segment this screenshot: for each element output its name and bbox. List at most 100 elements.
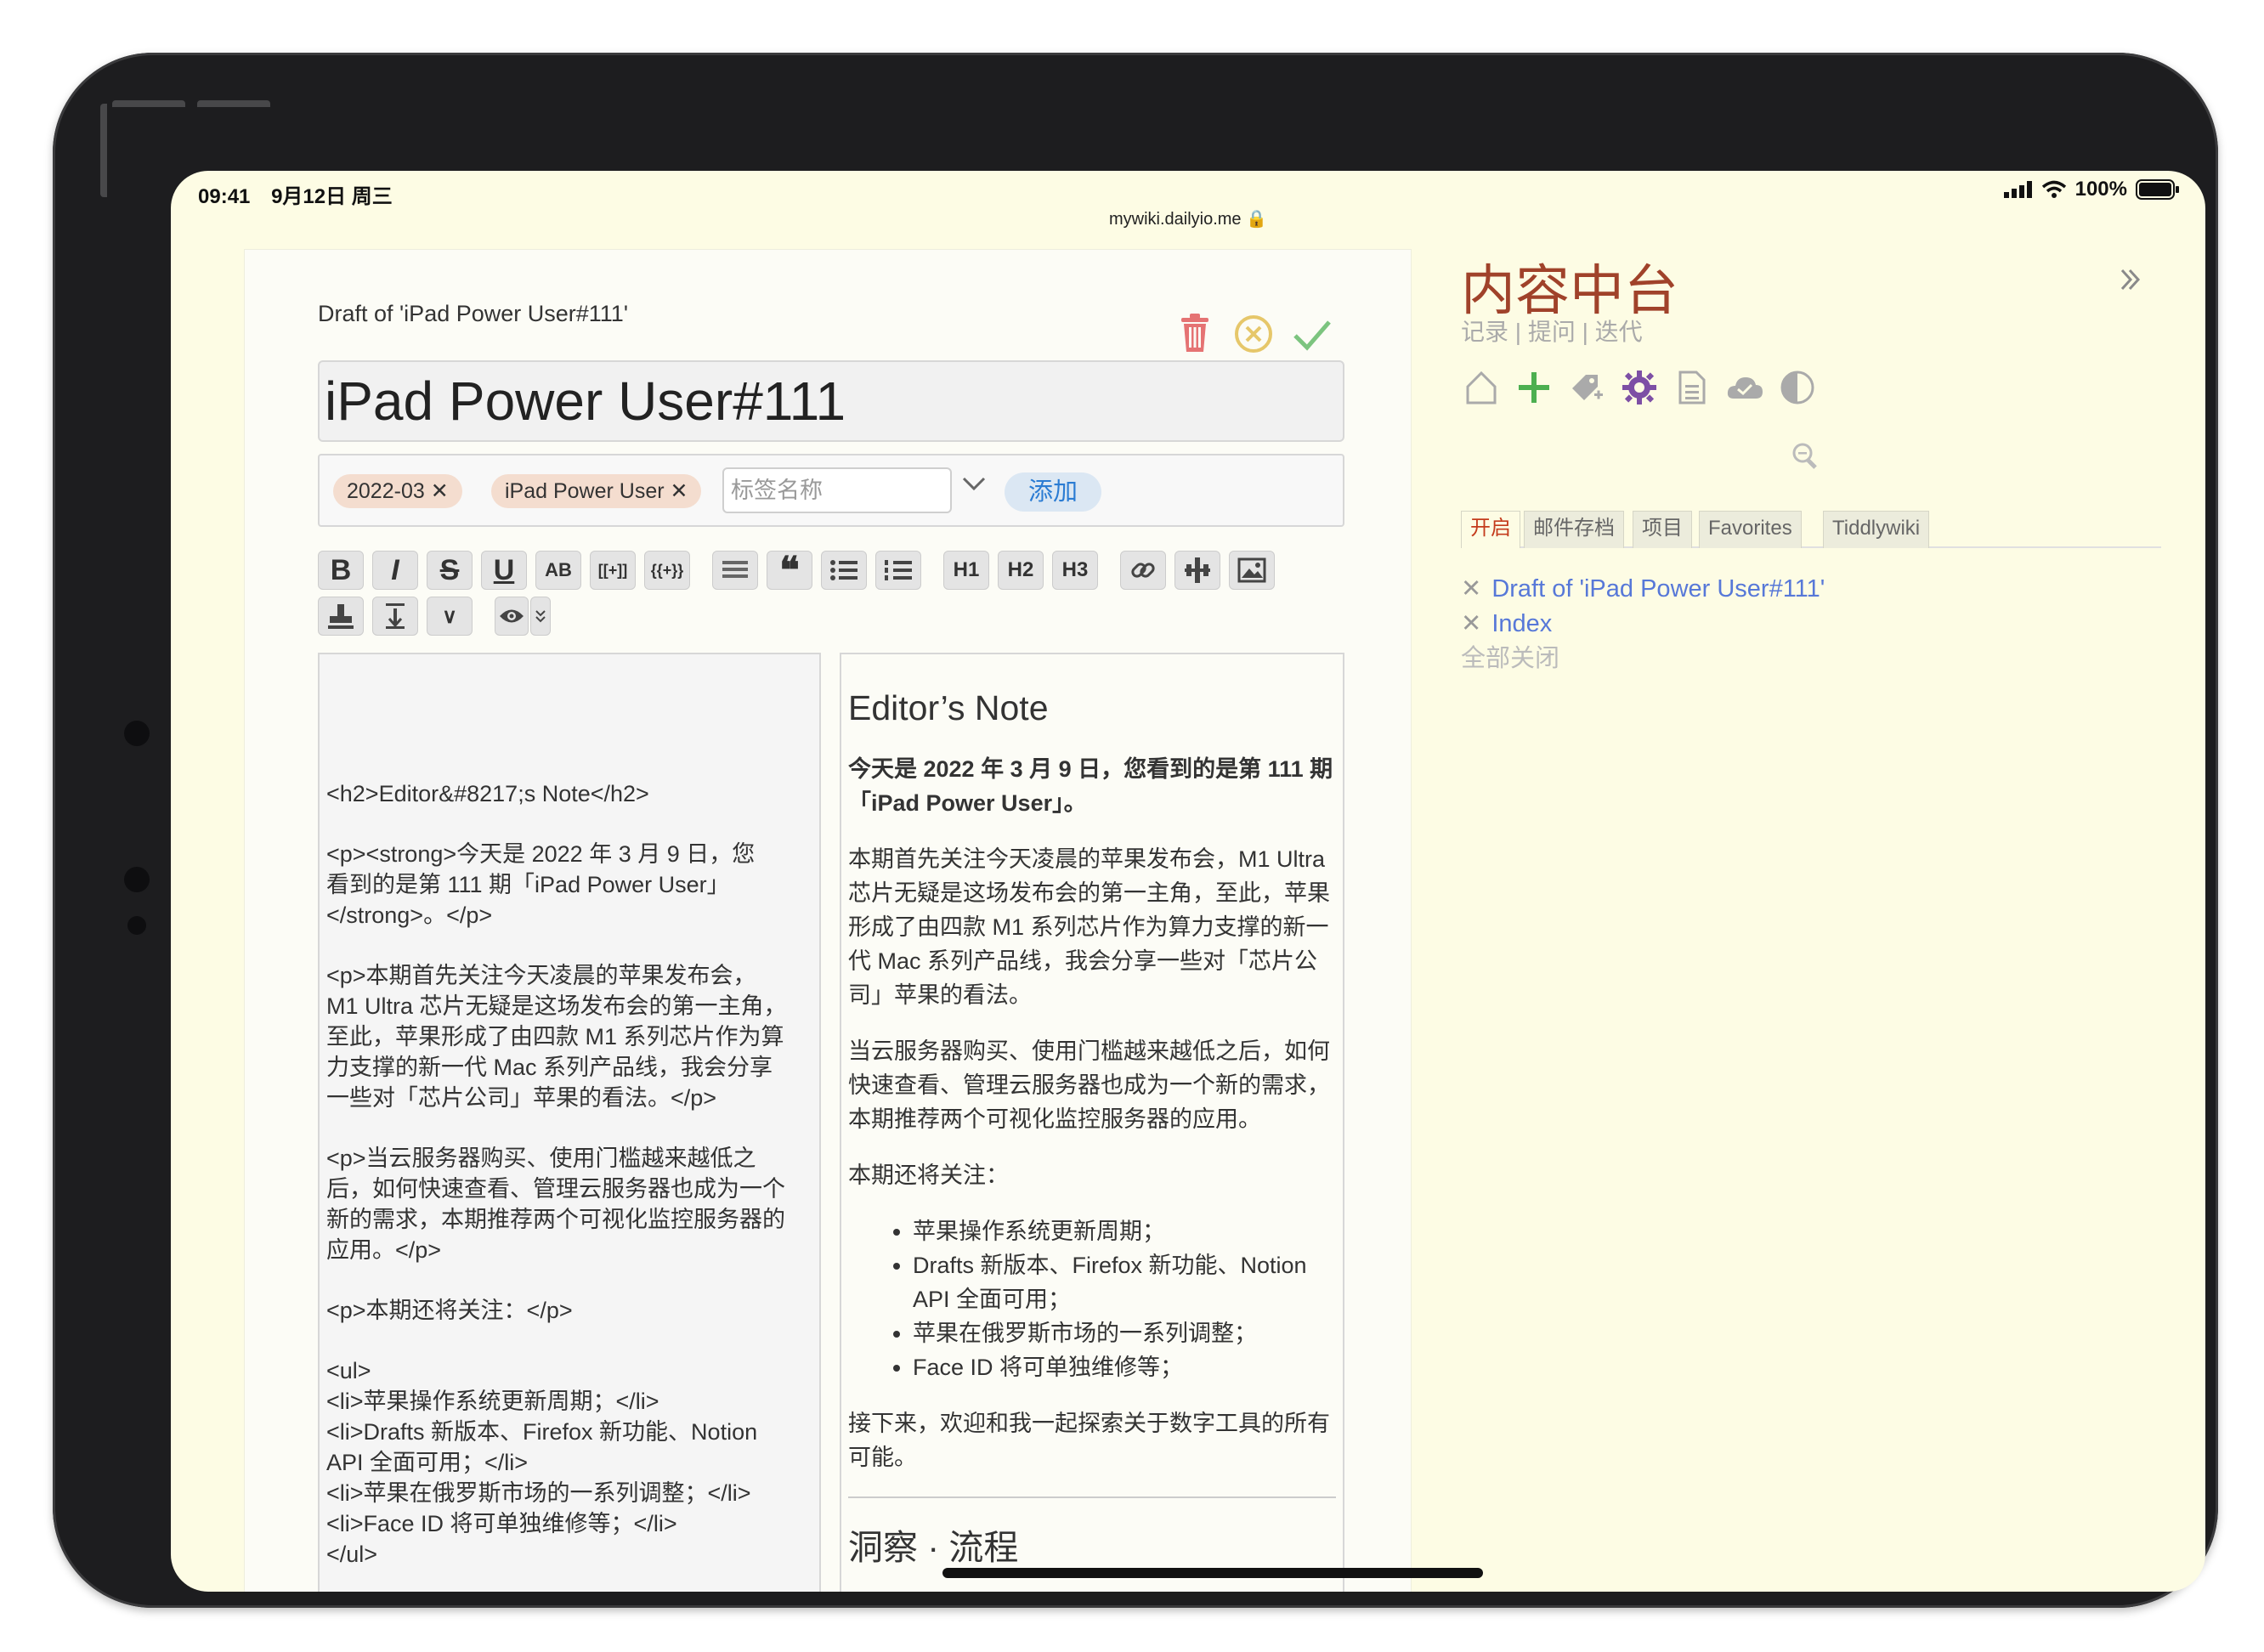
theme-toggle-button[interactable] <box>1777 366 1818 409</box>
status-bar-left: 09:41 9月12日 周三 <box>198 179 408 209</box>
tag-pill[interactable]: 2022-03 ✕ <box>333 474 462 508</box>
cloud-check-icon <box>1727 377 1763 399</box>
open-item[interactable]: ✕ Index <box>1461 607 1825 642</box>
tag-dropdown-button[interactable] <box>962 466 986 499</box>
open-item-link[interactable]: Draft of 'iPad Power User#111' <box>1491 575 1825 603</box>
save-wiki-button[interactable] <box>1724 366 1765 409</box>
heading3-button[interactable]: H3 <box>1052 551 1098 590</box>
battery-percent: 100% <box>2074 178 2127 201</box>
grid-icon <box>1185 557 1210 583</box>
preview-paragraph: 接下来，欢迎和我一起探索关于数字工具的所有可能。 <box>848 1411 1330 1470</box>
signal-icon <box>2003 181 2032 198</box>
control-panel-button[interactable] <box>1619 366 1660 409</box>
preview-list: 苹果操作系统更新周期； Drafts 新版本、Firefox 新功能、Notio… <box>913 1214 1336 1384</box>
close-icon[interactable]: ✕ <box>1461 575 1481 603</box>
hide-sidebar-button[interactable] <box>2117 259 2142 302</box>
editor-line: <p>本期首先关注今天凌晨的苹果发布会， M1 Ultra 芯片无疑是这场发布会… <box>326 963 787 1111</box>
preview-paragraph: 本期还将关注： <box>848 1163 1009 1188</box>
open-item[interactable]: ✕ Draft of 'iPad Power User#111' <box>1461 572 1825 607</box>
wifi-icon <box>2041 180 2066 198</box>
sensor-dot-small <box>127 916 146 935</box>
tab-mail-archive[interactable]: 邮件存档 <box>1524 511 1624 548</box>
macro-button[interactable] <box>1174 551 1220 590</box>
bold-button[interactable]: B <box>318 551 364 590</box>
volume-up-button <box>112 100 185 107</box>
document-icon <box>1678 371 1706 405</box>
search-icon <box>1792 443 1817 469</box>
tags-editor: 2022-03 ✕ iPad Power User ✕ 标签名称 添加 <box>318 454 1344 527</box>
status-bar-right: 100% <box>2003 178 2180 201</box>
quote-button[interactable]: ❝ <box>767 550 812 591</box>
text-block-icon <box>722 561 748 578</box>
preview-toggle-button[interactable] <box>495 597 529 636</box>
search-button[interactable] <box>1791 441 1820 478</box>
camera-dot <box>124 721 150 746</box>
trash-icon <box>1181 314 1208 352</box>
check-icon <box>1293 320 1331 351</box>
preview-paragraph: 当云服务器购买、使用门槛越来越低之后，如何快速查看、管理云服务器也成为一个新的需… <box>848 1038 1330 1132</box>
heading1-button[interactable]: H1 <box>943 551 989 590</box>
open-item-link[interactable]: Index <box>1491 610 1552 637</box>
smallcaps-button[interactable]: AB <box>535 551 581 590</box>
close-icon[interactable]: ✕ <box>1461 610 1481 637</box>
picture-button[interactable] <box>1229 551 1275 590</box>
strikethrough-button[interactable]: S <box>427 551 473 590</box>
new-tiddler-button[interactable] <box>1514 366 1554 409</box>
list-item: 苹果操作系统更新周期； <box>913 1214 1336 1248</box>
new-tag-button[interactable] <box>1566 366 1607 409</box>
link-button[interactable] <box>1120 551 1166 590</box>
delete-button[interactable] <box>1178 313 1212 363</box>
export-button[interactable] <box>1672 366 1712 409</box>
home-indicator[interactable] <box>942 1568 1483 1578</box>
tab-favorites[interactable]: Favorites <box>1699 511 1802 548</box>
eye-icon <box>500 609 524 623</box>
list-item: Drafts 新版本、Firefox 新功能、Notion API 全面可用； <box>913 1248 1336 1316</box>
cancel-button[interactable] <box>1234 314 1273 363</box>
site-subtitle: 记录 | 提问 | 迭代 <box>1461 319 1643 345</box>
editor-line: <p><strong>今天是 2022 年 3 月 9 日，您 看到的是第 11… <box>326 841 756 928</box>
stamp-button[interactable] <box>318 597 364 636</box>
editor-line: <h2>Editor&#8217;s Note</h2> <box>326 781 649 806</box>
tag-icon <box>1572 375 1603 400</box>
stamp-icon <box>328 604 354 629</box>
preview-heading: Editor’s Note <box>848 688 1049 727</box>
story-river: Draft of 'iPad Power User#111' iPad Powe… <box>244 249 1412 1592</box>
volume-down-button <box>197 100 270 107</box>
preview-pane: Editor’s Note 今天是 2022 年 3 月 9 日，您看到的是第 … <box>840 653 1344 1592</box>
tab-projects[interactable]: 项目 <box>1633 511 1692 548</box>
size-button[interactable] <box>372 597 418 636</box>
contrast-icon <box>1780 371 1814 405</box>
wikilink-button[interactable]: [[+]] <box>590 551 636 590</box>
list-item: 苹果在俄罗斯市场的一系列调整； <box>913 1316 1336 1350</box>
preview-type-button[interactable] <box>530 597 551 636</box>
link-icon <box>1131 563 1155 578</box>
add-tag-button[interactable]: 添加 <box>1005 472 1102 512</box>
done-button[interactable] <box>1292 316 1333 362</box>
italic-button[interactable]: I <box>372 551 418 590</box>
close-all-button[interactable]: 全部关闭 <box>1461 642 1825 676</box>
tag-name-input[interactable]: 标签名称 <box>722 467 952 513</box>
cancel-icon <box>1235 315 1272 353</box>
power-button <box>100 104 107 197</box>
heading2-button[interactable]: H2 <box>998 551 1044 590</box>
double-chevron-right-icon <box>2120 269 2141 291</box>
image-icon <box>1237 557 1266 583</box>
underline-button[interactable]: U <box>481 551 527 590</box>
home-button[interactable] <box>1461 366 1502 409</box>
bullet-list-button[interactable] <box>821 551 867 590</box>
preview-next-heading: 洞察 · 流程 <box>848 1528 1019 1567</box>
editor-line: <p>本期还将关注：</p> <box>326 1298 573 1323</box>
excise-button[interactable] <box>712 551 758 590</box>
more-button[interactable]: ∨ <box>427 597 473 636</box>
tag-pill[interactable]: iPad Power User ✕ <box>491 474 702 508</box>
numbered-list-button[interactable] <box>875 551 921 590</box>
tab-open[interactable]: 开启 <box>1461 511 1520 548</box>
address-bar[interactable]: mywiki.dailyio.me 🔒 <box>171 208 2205 229</box>
double-chevron-icon <box>535 610 546 623</box>
transclude-button[interactable]: {{+}} <box>644 551 690 590</box>
title-input[interactable]: iPad Power User#111 <box>318 360 1344 442</box>
text-editor[interactable]: <h2>Editor&#8217;s Note</h2> <p><strong>… <box>318 653 821 1592</box>
editor-spacer <box>326 666 812 778</box>
tab-tiddlywiki[interactable]: Tiddlywiki <box>1823 511 1930 548</box>
screen: 09:41 9月12日 周三 100% mywiki.dailyio.me 🔒 … <box>171 171 2205 1592</box>
